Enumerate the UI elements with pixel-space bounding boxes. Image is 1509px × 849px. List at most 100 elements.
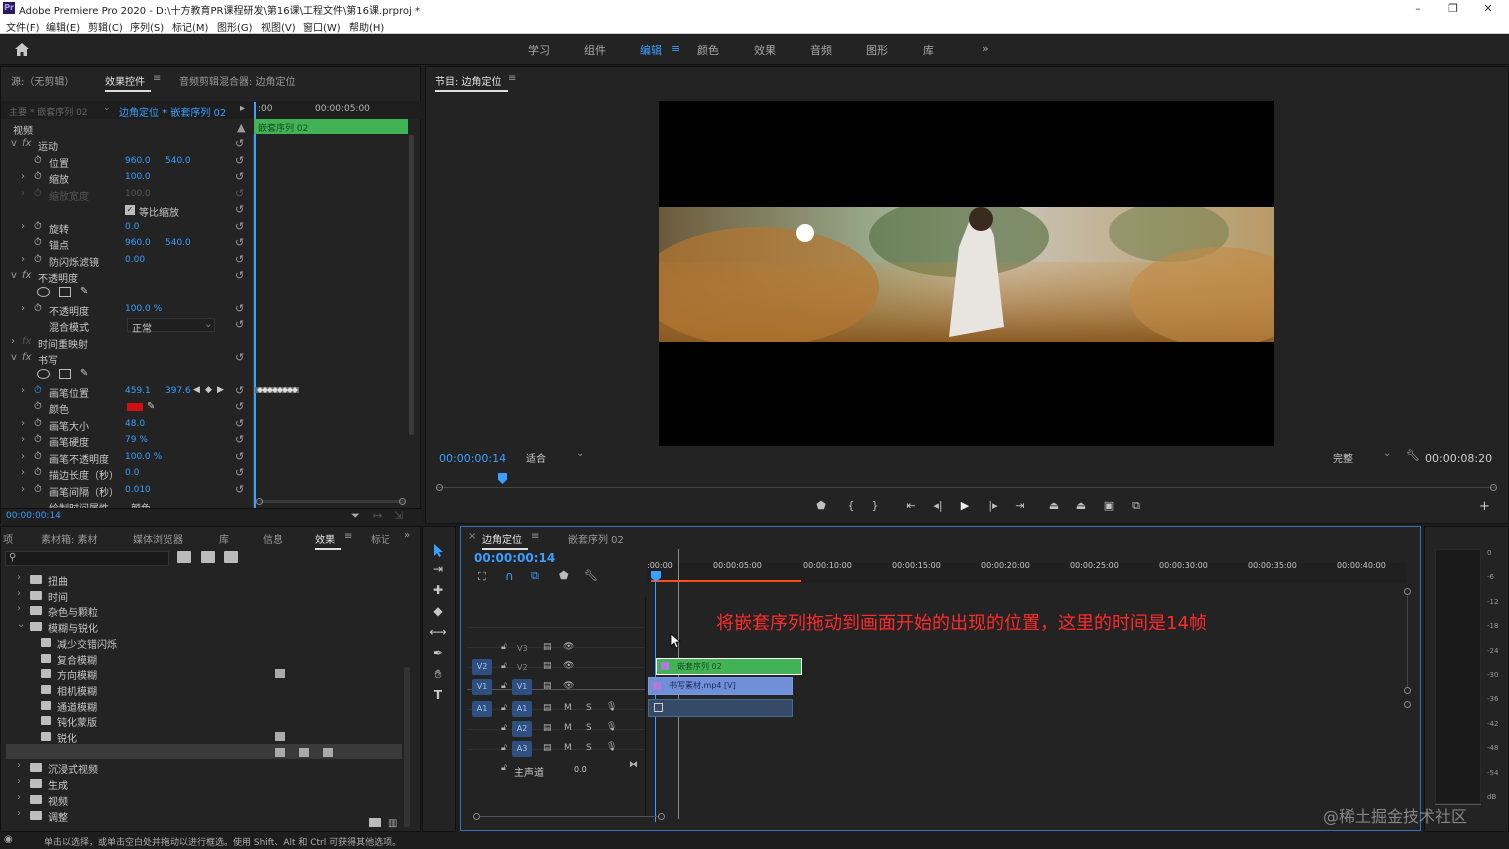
stopwatch-icon[interactable]: ⏱ [34, 434, 42, 445]
position-y-value[interactable]: 540.0 [165, 156, 191, 166]
nest-toggle-icon[interactable]: ⛶ [478, 570, 486, 584]
reset-brush-opacity-icon[interactable]: ↺ [235, 450, 244, 463]
effect-item[interactable]: 相机模糊 [57, 683, 97, 698]
blend-mode-select[interactable]: 正常 ⌄ [127, 318, 215, 335]
ellipse-mask-icon[interactable] [37, 287, 50, 297]
stopwatch-icon[interactable]: ⏱ [34, 221, 42, 232]
expand-chevron-icon[interactable]: › [17, 776, 21, 787]
pen-mask-icon[interactable]: ✎ [80, 368, 88, 379]
film-toggle-icon[interactable]: ▤ [543, 703, 552, 713]
tab-effect-controls[interactable]: 效果控件 [105, 73, 151, 92]
fx-write-icon[interactable]: fx [22, 352, 31, 363]
reset-brush-size-icon[interactable]: ↺ [235, 417, 244, 430]
expand-chevron-icon[interactable]: › [17, 588, 21, 599]
extract-icon[interactable]: ⏏ [1073, 499, 1089, 512]
stopwatch-icon[interactable]: ⏱ [34, 171, 42, 182]
film-toggle-icon[interactable]: ▤ [543, 661, 552, 671]
expand-chevron-icon[interactable]: › [17, 792, 21, 803]
expand-chevron-icon[interactable]: › [17, 572, 21, 583]
menu-marker[interactable]: 标记(M) [172, 19, 208, 34]
clip-nested-sequence[interactable]: 嵌套序列 02 [656, 658, 802, 675]
expand-antiflicker-icon[interactable]: › [21, 254, 25, 265]
expand-chevron-icon[interactable]: › [17, 760, 21, 771]
menu-sequence[interactable]: 序列(S) [130, 19, 164, 34]
play-icon[interactable]: ▶ [957, 499, 973, 512]
tab-sequence-nested[interactable]: 嵌套序列 02 [568, 531, 624, 546]
effect-folder-item[interactable]: 沉浸式视频 [48, 761, 98, 776]
stroke-length-value[interactable]: 0.0 [125, 468, 139, 478]
timeline-vertical-scrollbar[interactable] [1407, 595, 1408, 687]
step-forward-icon[interactable]: |▸ [985, 499, 1001, 512]
reset-opacity-icon[interactable]: ↺ [235, 302, 244, 315]
expand-brush-position-icon[interactable]: › [21, 385, 25, 396]
expand-chevron-icon[interactable]: › [17, 603, 21, 614]
accelerated-effects-icon[interactable] [177, 551, 191, 563]
effects-search-input[interactable]: ⚲ [5, 551, 169, 566]
expand-rotation-icon[interactable]: › [21, 221, 25, 232]
expand-brush-size-icon[interactable]: › [21, 418, 25, 429]
stopwatch-icon[interactable]: ⏱ [34, 401, 42, 412]
source-patch-v2[interactable]: V2 [472, 659, 492, 675]
breadcrumb-sequence[interactable]: 边角定位 * 嵌套序列 02 [119, 104, 226, 119]
reset-scale-icon[interactable]: ↺ [235, 170, 244, 183]
workspace-libraries[interactable]: 库 [923, 42, 934, 58]
lock-icon[interactable]: 🔓︎ [501, 681, 507, 691]
track-a1-label[interactable]: A1 [512, 701, 532, 717]
source-patch-a1[interactable]: A1 [472, 701, 492, 717]
master-volume-value[interactable]: 0.0 [574, 765, 587, 774]
add-marker-icon[interactable]: ⬟ [559, 569, 569, 582]
pen-mask-icon[interactable]: ✎ [80, 286, 88, 297]
solo-icon[interactable]: S [586, 743, 592, 753]
expand-scale-icon[interactable]: › [21, 171, 25, 182]
effect-folder-item[interactable]: 模糊与锐化 [48, 620, 98, 635]
tab-effects[interactable]: 效果 [315, 531, 341, 550]
clip-video[interactable]: 书写素材.mp4 [V] [648, 677, 793, 695]
workspace-audio[interactable]: 音频 [810, 42, 832, 58]
brush-position-y[interactable]: 397.6 [165, 386, 191, 396]
workspace-menu-icon[interactable]: ≡ [671, 42, 680, 55]
more-workspaces-icon[interactable]: » [982, 42, 989, 55]
ripple-edit-tool-icon[interactable]: ✚ [428, 583, 448, 601]
mark-out-icon[interactable]: } [867, 499, 883, 512]
uniform-scale-checkbox[interactable]: ✓ [125, 205, 135, 215]
brush-hardness-value[interactable]: 79 % [125, 435, 148, 445]
zoom-handle-right[interactable] [1490, 484, 1497, 491]
reset-stroke-length-icon[interactable]: ↺ [235, 466, 244, 479]
go-to-end-icon[interactable]: ⧓ [629, 760, 638, 770]
new-bin-icon[interactable] [369, 818, 381, 827]
selection-tool-icon[interactable] [433, 543, 445, 557]
yuv-effects-icon[interactable] [224, 551, 238, 563]
anchor-y-value[interactable]: 540.0 [165, 238, 191, 248]
expand-brush-opacity-icon[interactable]: › [21, 451, 25, 462]
effect-item[interactable]: 复合模糊 [57, 652, 97, 667]
zoom-handle-left[interactable] [436, 484, 443, 491]
effect-folder-item[interactable]: 视频 [48, 793, 68, 808]
delete-icon[interactable]: ▥ [388, 818, 397, 829]
film-toggle-icon[interactable]: ▤ [543, 642, 552, 652]
rectangle-mask-icon[interactable] [59, 369, 71, 379]
video-frame[interactable] [659, 101, 1274, 446]
fit-select[interactable]: 适合 ⌄ [526, 448, 586, 466]
menu-view[interactable]: 视图(V) [261, 19, 296, 34]
minimize-button[interactable]: – [1403, 0, 1433, 17]
menu-window[interactable]: 窗口(W) [303, 19, 341, 34]
brush-size-value[interactable]: 48.0 [125, 419, 145, 429]
microphone-icon[interactable]: 🎙︎ [606, 722, 617, 732]
track-v3-label[interactable]: V3 [517, 644, 528, 653]
lock-icon[interactable]: 🔓︎ [501, 743, 507, 753]
lock-icon[interactable]: 🔓︎ [501, 661, 507, 671]
stopwatch-icon[interactable]: ⏱ [34, 155, 42, 166]
effect-folder-item[interactable]: 杂色与颗粒 [48, 604, 98, 619]
v-zoom-handle-mid[interactable] [1404, 687, 1411, 694]
lock-icon[interactable]: 🔓︎ [501, 642, 507, 652]
stopwatch-active-icon[interactable]: ⏱ [34, 385, 42, 396]
effect-item[interactable]: 钝化蒙版 [57, 714, 97, 729]
reset-uniform-icon[interactable]: ↺ [235, 203, 244, 216]
step-back-icon[interactable]: ◂| [930, 499, 946, 512]
film-toggle-icon[interactable]: ▤ [543, 723, 552, 733]
prev-keyframe-icon[interactable]: ◀ [193, 385, 200, 395]
film-toggle-icon[interactable]: ▤ [543, 681, 552, 691]
timeline-timecode[interactable]: 00:00:00:14 [474, 551, 555, 565]
tab-sequence-corner-pin[interactable]: 边角定位 [482, 531, 528, 550]
panel-menu-icon[interactable]: ≡ [153, 73, 161, 84]
